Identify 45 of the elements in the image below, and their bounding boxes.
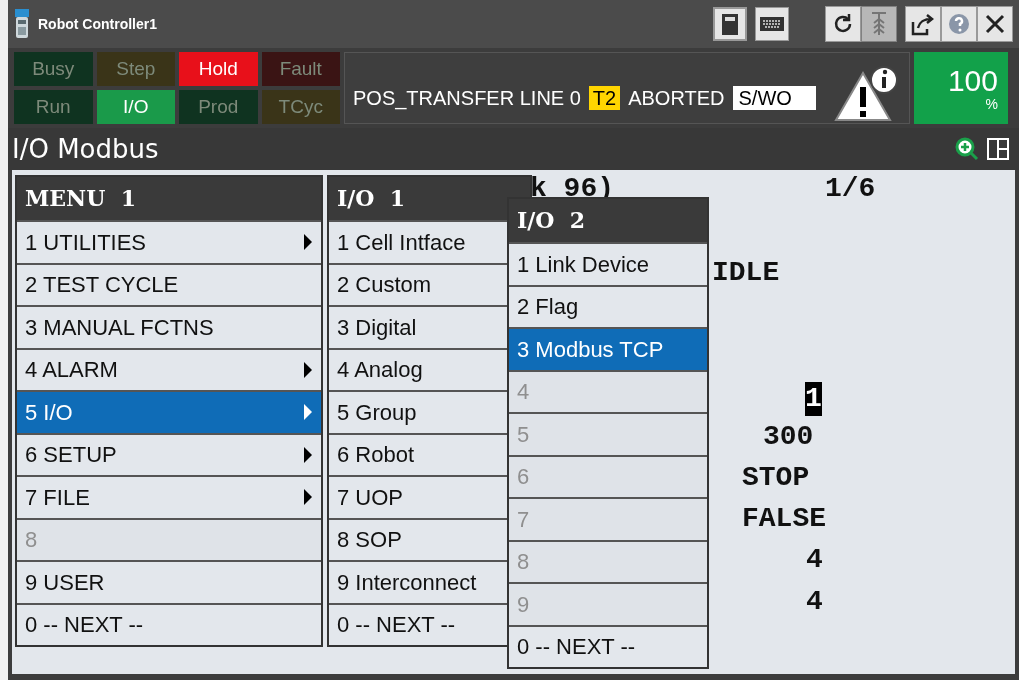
status-lamp: Fault xyxy=(261,52,340,86)
item-label: 9 USER xyxy=(25,568,105,597)
status-lamp: Run xyxy=(14,90,93,124)
item-label: 2 Custom xyxy=(337,271,432,300)
item-label: 9 Interconnect xyxy=(337,568,477,597)
flag-label: S/WO xyxy=(732,86,816,110)
override-value: 100 xyxy=(947,65,998,97)
window-title: Robot Controller1 xyxy=(38,14,158,34)
screen-text: STOP xyxy=(742,461,810,495)
status-lamp: Step xyxy=(96,52,175,86)
item-label: 1 Cell Intface xyxy=(337,228,466,257)
item-label: 1 UTILITIES xyxy=(25,228,147,257)
item-label: 0 -- NEXT -- xyxy=(25,611,144,640)
item-label: 7 UOP xyxy=(337,483,404,512)
item-label: 3 MANUAL FCTNS xyxy=(25,313,214,342)
item-label: 5 I/O xyxy=(25,398,73,427)
status-lamp: Prod xyxy=(179,90,258,124)
override-unit: % xyxy=(985,97,998,111)
menu-title: MENU 1 xyxy=(17,177,321,220)
item-label: 6 SETUP xyxy=(25,441,117,470)
screen-title: I/O Modbus xyxy=(12,132,160,166)
screen-text: 1 xyxy=(805,382,822,416)
item-label: 4 Analog xyxy=(337,356,423,385)
screen-text: IDLE xyxy=(712,256,780,290)
status-lamp: Busy xyxy=(14,52,93,86)
screen-text: 4 xyxy=(806,585,823,619)
screen-text: 300 xyxy=(763,420,814,454)
item-label: 5 Group xyxy=(337,398,417,427)
item-label: 3 Digital xyxy=(337,313,417,342)
screen-text: 1/6 xyxy=(825,172,876,206)
item-label: 0 -- NEXT -- xyxy=(337,611,456,640)
program-state: ABORTED xyxy=(628,86,725,111)
status-lamp: Hold xyxy=(179,52,258,86)
item-label: 4 ALARM xyxy=(25,356,118,385)
item-label: 2 TEST CYCLE xyxy=(25,271,179,300)
mode-badge: T2 xyxy=(588,86,621,110)
screen-text: 4 xyxy=(806,543,823,577)
status-lamp: TCyc xyxy=(261,90,340,124)
status-lamp: I/O xyxy=(96,90,175,124)
item-label: 8 xyxy=(25,526,38,555)
screen-text: FALSE xyxy=(742,502,826,536)
program-name: POS_TRANSFER LINE 0 xyxy=(353,86,581,112)
item-label: 7 FILE xyxy=(25,483,90,512)
item-label: 8 SOP xyxy=(337,526,402,555)
item-label: 6 Robot xyxy=(337,441,415,470)
